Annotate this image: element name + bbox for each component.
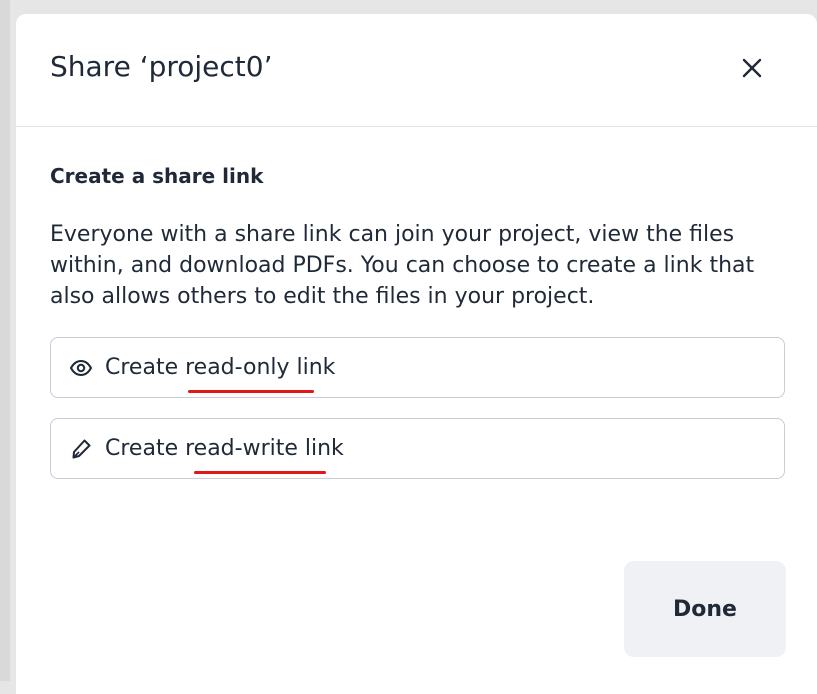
section-title: Create a share link <box>50 164 264 188</box>
done-button[interactable]: Done <box>624 561 786 657</box>
read-only-annotation-underline <box>188 390 314 393</box>
close-button[interactable] <box>736 52 768 84</box>
read-write-annotation-underline <box>194 471 326 474</box>
share-dialog: Share ‘project0’ Create a share link Eve… <box>16 14 817 694</box>
eye-icon <box>69 356 93 380</box>
background-edge <box>0 0 10 681</box>
read-only-button-label: Create read-only link <box>105 355 336 380</box>
create-read-only-link-button[interactable]: Create read-only link <box>50 337 785 398</box>
dialog-header: Share ‘project0’ <box>16 14 817 127</box>
close-icon <box>742 58 762 78</box>
pencil-icon <box>69 437 93 461</box>
create-read-write-link-button[interactable]: Create read-write link <box>50 418 785 479</box>
section-description: Everyone with a share link can join your… <box>50 222 755 309</box>
dialog-title: Share ‘project0’ <box>50 50 273 83</box>
read-write-button-label: Create read-write link <box>105 436 344 461</box>
